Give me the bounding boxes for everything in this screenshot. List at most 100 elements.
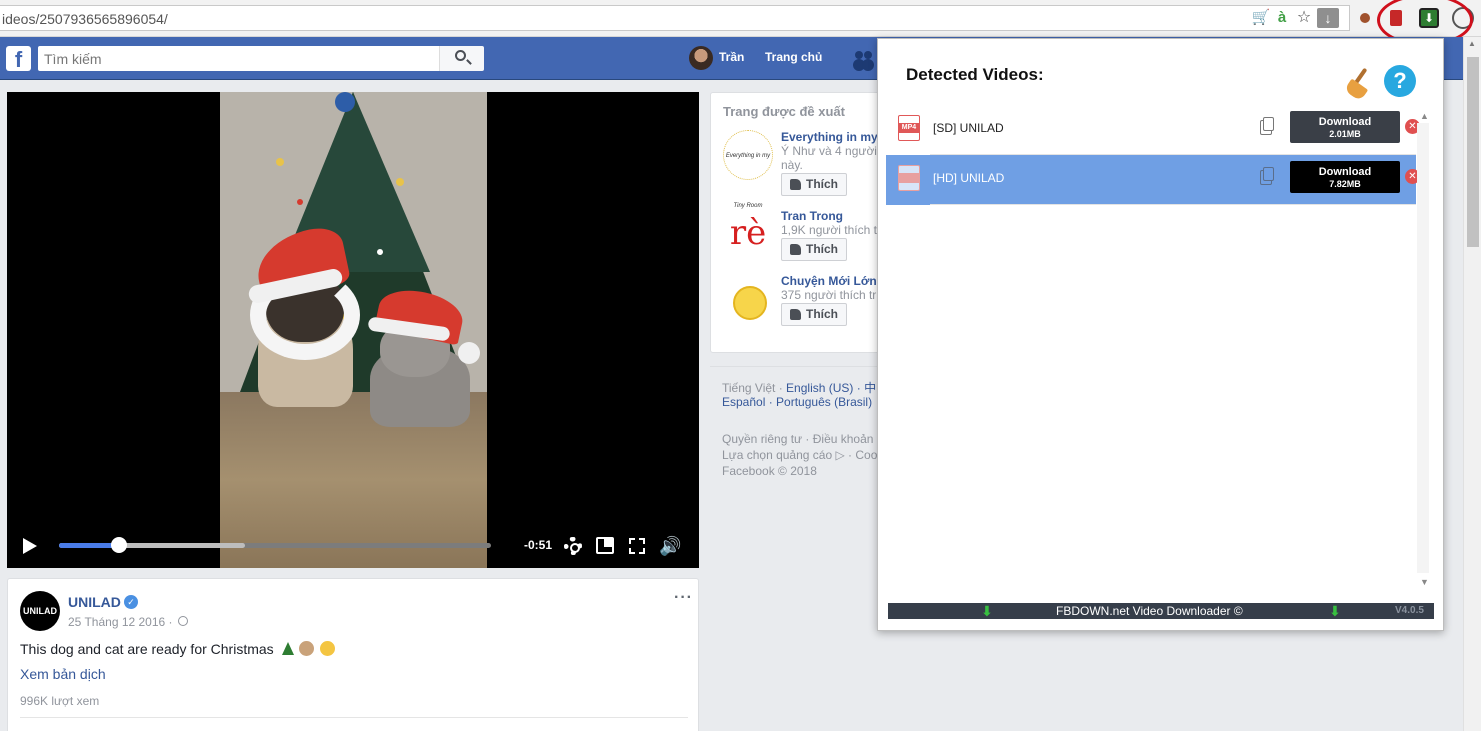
time-remaining: -0:51 <box>524 538 553 552</box>
suggested-page-name[interactable]: Chuyện Mới Lớn <box>781 274 877 288</box>
search-input[interactable] <box>38 46 439 71</box>
download-button[interactable]: Download 2.01MB <box>1290 111 1400 143</box>
file-badge: MP4 <box>898 123 920 133</box>
suggested-page-item: Chuyện Mới Lớn 375 người thích tr Thích <box>723 274 889 336</box>
language-current: Tiếng Việt · <box>722 381 783 395</box>
search-icon <box>455 50 466 61</box>
video-name: [SD] UNILAD <box>933 121 1004 135</box>
suggested-page-avatar[interactable]: Everything in my Tiny Room <box>723 130 773 209</box>
see-translation-link[interactable]: Xem bản dịch <box>20 666 106 682</box>
brand-link[interactable]: FBDOWN.net Video Downloader © <box>1056 604 1243 618</box>
download-size: 2.01MB <box>1329 129 1361 139</box>
download-label: Download <box>1318 166 1372 178</box>
play-icon[interactable] <box>23 538 37 554</box>
popup-scrollbar[interactable] <box>1417 123 1429 573</box>
address-bar[interactable]: ideos/2507936565896054/ <box>0 5 1350 31</box>
language-links: Tiếng Việt · English (US) · 中 <box>722 379 876 396</box>
language-spanish[interactable]: Español · <box>722 395 773 409</box>
download-button[interactable]: Download 7.82MB <box>1290 161 1400 193</box>
thumbs-up-icon <box>790 309 801 320</box>
suggested-page-avatar[interactable] <box>723 274 773 324</box>
home-link[interactable]: Trang chủ <box>765 50 822 64</box>
language-portuguese[interactable]: Português (Brasil) <box>776 395 872 409</box>
suggested-page-name[interactable]: Tran Trong <box>781 209 843 223</box>
divider <box>20 717 688 718</box>
user-avatar[interactable] <box>689 46 713 70</box>
globe-icon <box>178 616 188 626</box>
footer-copyright: Facebook © 2018 <box>722 464 817 478</box>
footer-policy-links[interactable]: Quyền riêng tư · Điều khoản <box>722 432 873 446</box>
like-label: Thích <box>806 307 838 321</box>
popup-title: Detected Videos: <box>906 65 1044 84</box>
scroll-down-arrow-icon[interactable]: ▼ <box>1420 577 1429 587</box>
suggested-pages-card: Trang được đề xuất Everything in my Tiny… <box>710 92 890 353</box>
fullscreen-icon[interactable] <box>629 538 645 554</box>
download-arrow-icon: ⬇ <box>981 603 993 619</box>
page-scrollbar-thumb[interactable] <box>1467 57 1479 247</box>
dog-face-emoji-icon <box>299 641 315 656</box>
mp4-file-icon: MP4 <box>898 165 920 191</box>
suggested-pages-title: Trang được đề xuất <box>723 104 845 119</box>
cart-icon[interactable]: 🛒 <box>1250 8 1272 28</box>
copy-link-icon[interactable] <box>1260 167 1274 185</box>
like-page-button[interactable]: Thích <box>781 238 847 261</box>
language-chinese[interactable]: 中 <box>864 381 876 395</box>
volume-icon[interactable]: 🔊 <box>659 536 681 556</box>
christmas-tree-emoji-icon <box>281 642 294 655</box>
like-page-button[interactable]: Thích <box>781 173 847 196</box>
scroll-up-arrow-icon[interactable]: ▲ <box>1420 111 1429 121</box>
page-name-link[interactable]: UNILAD <box>68 594 121 610</box>
a-icon[interactable]: à <box>1275 8 1289 28</box>
facebook-logo-icon[interactable]: f <box>6 46 31 71</box>
page-avatar[interactable]: UNILAD <box>20 591 60 631</box>
suggested-page-item: rè Tran Trong 1,9K người thích t Thích <box>723 209 889 271</box>
version-label: V4.0.5 <box>1395 605 1424 616</box>
file-badge: MP4 <box>898 173 920 183</box>
suggested-page-likes: 1,9K người thích t <box>781 223 877 237</box>
help-question-icon[interactable]: ? <box>1384 65 1416 97</box>
footer-ad-links[interactable]: Lựa chọn quảng cáo ▷ · Coo <box>722 448 877 462</box>
url-text[interactable]: ideos/2507936565896054/ <box>2 11 168 27</box>
suggested-page-item: Everything in my Tiny Room Everything in… <box>723 130 889 209</box>
post-text: This dog and cat are ready for Christmas <box>20 641 336 657</box>
suggested-page-likes: 375 người thích tr <box>781 288 877 302</box>
clear-broom-icon[interactable] <box>1343 65 1376 102</box>
download-arrow-icon[interactable]: ↓ <box>1317 8 1339 28</box>
page-scrollbar[interactable]: ▲ <box>1463 37 1481 731</box>
view-count: 996K lượt xem <box>20 694 100 708</box>
search-button[interactable] <box>439 46 484 71</box>
video-list-item[interactable]: MP4 [SD] UNILAD Download 2.01MB ✕ <box>886 105 1420 155</box>
verified-badge-icon: ✓ <box>124 595 138 609</box>
extension-icon[interactable] <box>1358 8 1372 28</box>
video-list-item-selected[interactable]: MP4 [HD] UNILAD Download 7.82MB ✕ <box>886 155 1420 205</box>
suggested-page-avatar-text: Everything in my Tiny Room <box>725 153 771 209</box>
user-name-link[interactable]: Trần <box>719 50 744 64</box>
video-name: [HD] UNILAD <box>933 171 1005 185</box>
settings-gear-icon[interactable] <box>564 537 582 555</box>
language-english[interactable]: English (US) · <box>786 381 861 395</box>
divider <box>710 366 890 367</box>
browser-toolbar: ideos/2507936565896054/ 🛒 à ☆ ↓ ⬇ <box>0 0 1481 46</box>
suggested-page-avatar[interactable]: rè <box>723 209 773 259</box>
more-options-icon[interactable]: ··· <box>674 589 693 607</box>
picture-in-picture-icon[interactable] <box>596 537 614 554</box>
post-caption: This dog and cat are ready for Christmas <box>20 641 274 657</box>
video-controls: -0:51 🔊 <box>7 524 699 568</box>
cat-face-emoji-icon <box>320 641 336 656</box>
footer-links: Tiếng Việt · English (US) · 中 Español · … <box>710 366 890 486</box>
progress-played <box>59 543 120 548</box>
progress-scrubber-handle[interactable] <box>111 537 128 553</box>
bookmark-star-icon[interactable]: ☆ <box>1294 8 1314 28</box>
download-arrow-icon: ⬇ <box>1329 603 1341 619</box>
divider <box>930 204 1416 205</box>
video-player[interactable]: -0:51 🔊 <box>7 92 699 568</box>
post-card: UNILAD UNILAD ✓ 25 Tháng 12 2016 · ··· T… <box>7 578 699 731</box>
post-date[interactable]: 25 Tháng 12 2016 · <box>68 615 173 629</box>
suggested-page-likes-cont: này. <box>781 158 803 172</box>
like-page-button[interactable]: Thích <box>781 303 847 326</box>
suggested-page-name[interactable]: Everything in my <box>781 130 878 144</box>
copy-link-icon[interactable] <box>1260 117 1274 135</box>
language-links: Español · Português (Brasil) <box>722 395 872 409</box>
scroll-up-arrow-icon[interactable]: ▲ <box>1468 39 1476 48</box>
friends-icon[interactable] <box>853 49 875 67</box>
